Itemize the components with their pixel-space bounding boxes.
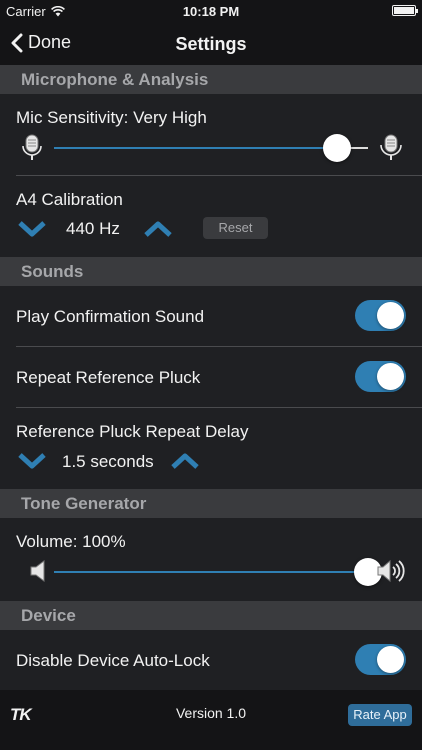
a4-calibration-label: A4 Calibration: [16, 190, 123, 209]
play-confirmation-toggle[interactable]: [355, 300, 406, 331]
page-title: Settings: [175, 34, 247, 54]
footer: TK Version 1.0 Rate App: [0, 690, 422, 750]
section-header-tone-generator: Tone Generator: [0, 489, 422, 518]
mic-sensitivity-thumb[interactable]: [323, 134, 351, 162]
play-confirmation-label: Play Confirmation Sound: [16, 307, 205, 326]
auto-lock-toggle[interactable]: [355, 644, 406, 675]
divider: [16, 346, 422, 347]
a4-increase-chevron-up-icon[interactable]: [143, 220, 173, 238]
battery-icon: [392, 5, 418, 16]
microphone-high-icon: [380, 134, 402, 160]
volume-slider[interactable]: [54, 571, 368, 573]
volume-label: Volume: 100%: [16, 532, 126, 551]
divider: [16, 175, 422, 176]
a4-value: 440 Hz: [66, 219, 120, 238]
repeat-pluck-toggle[interactable]: [355, 361, 406, 392]
clock: 10:18 PM: [182, 4, 240, 19]
microphone-low-icon: [22, 134, 42, 160]
a4-decrease-chevron-down-icon[interactable]: [17, 220, 47, 238]
mic-sensitivity-fill: [54, 147, 337, 149]
repeat-delay-value: 1.5 seconds: [62, 452, 154, 471]
delay-decrease-chevron-down-icon[interactable]: [17, 452, 47, 470]
delay-increase-chevron-up-icon[interactable]: [170, 452, 200, 470]
speaker-high-icon: [377, 559, 405, 583]
section-header-sounds: Sounds: [0, 257, 422, 286]
mic-sensitivity-label: Mic Sensitivity: Very High: [16, 108, 207, 127]
toggle-knob: [377, 646, 404, 673]
section-header-device: Device: [0, 601, 422, 630]
auto-lock-label: Disable Device Auto-Lock: [16, 651, 210, 670]
status-bar: Carrier 10:18 PM: [0, 0, 422, 22]
repeat-delay-label: Reference Pluck Repeat Delay: [16, 422, 249, 441]
divider: [16, 407, 422, 408]
navigation-bar: Done Settings: [0, 22, 422, 65]
section-header-microphone: Microphone & Analysis: [0, 65, 422, 94]
toggle-knob: [377, 302, 404, 329]
mic-sensitivity-slider[interactable]: [54, 147, 368, 149]
speaker-low-icon: [30, 560, 45, 582]
repeat-pluck-label: Repeat Reference Pluck: [16, 368, 201, 387]
rate-app-button[interactable]: Rate App: [348, 704, 412, 726]
toggle-knob: [377, 363, 404, 390]
volume-fill: [54, 571, 368, 573]
reset-button[interactable]: Reset: [203, 217, 268, 239]
